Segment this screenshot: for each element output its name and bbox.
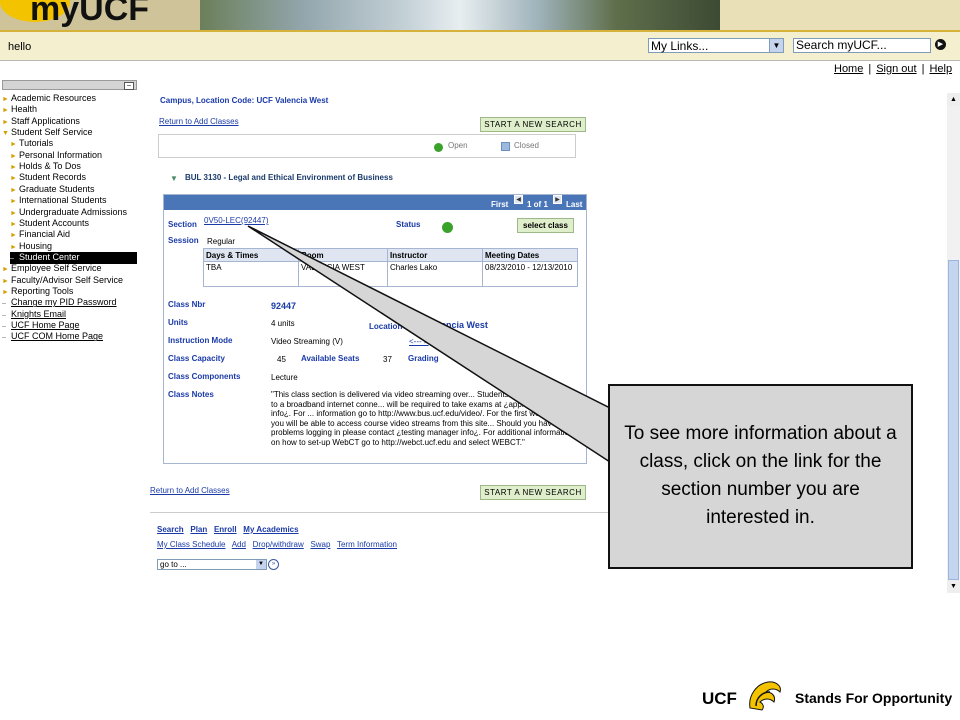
pegasus-logo-icon [749,681,781,711]
ucf-tagline: Stands For Opportunity [795,690,953,706]
callout-text: To see more information about a class, c… [624,423,897,528]
ucf-footer-logo: UCF [702,689,737,708]
callout-pointer [247,225,611,464]
